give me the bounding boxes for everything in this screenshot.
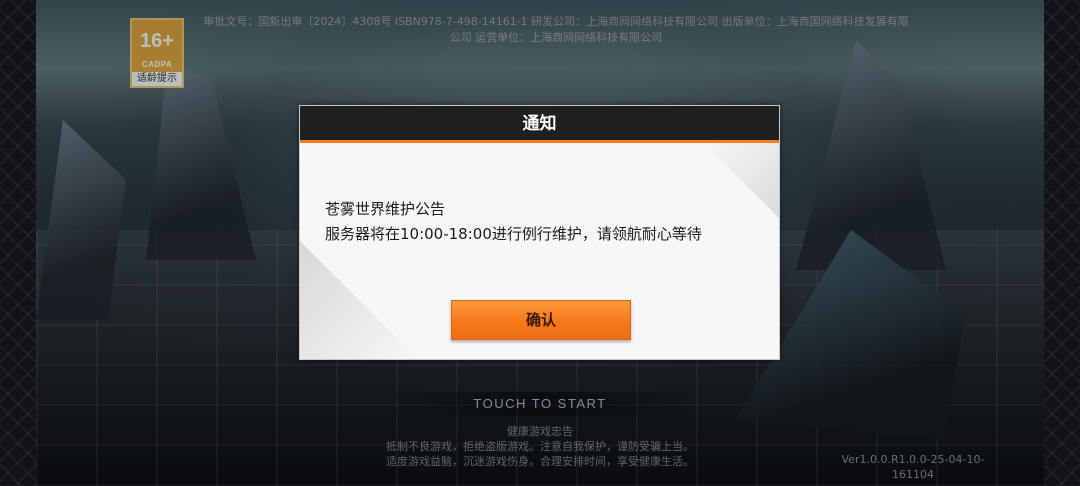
confirm-button[interactable]: 确认 bbox=[451, 300, 631, 340]
notice-message: 服务器将在10:00-18:00进行例行维护，请领航耐心等待 bbox=[325, 225, 702, 243]
notice-heading: 苍雾世界维护公告 bbox=[325, 200, 446, 218]
notice-dialog: 通知 苍雾世界维护公告 服务器将在10:00-18:00进行例行维护，请领航耐心… bbox=[299, 105, 780, 360]
dialog-header: 通知 bbox=[300, 106, 779, 143]
dialog-body: 苍雾世界维护公告 服务器将在10:00-18:00进行例行维护，请领航耐心等待 … bbox=[300, 143, 779, 359]
dialog-corner-decoration bbox=[704, 143, 779, 218]
dialog-corner-decoration bbox=[300, 241, 420, 359]
dialog-title: 通知 bbox=[522, 114, 557, 134]
